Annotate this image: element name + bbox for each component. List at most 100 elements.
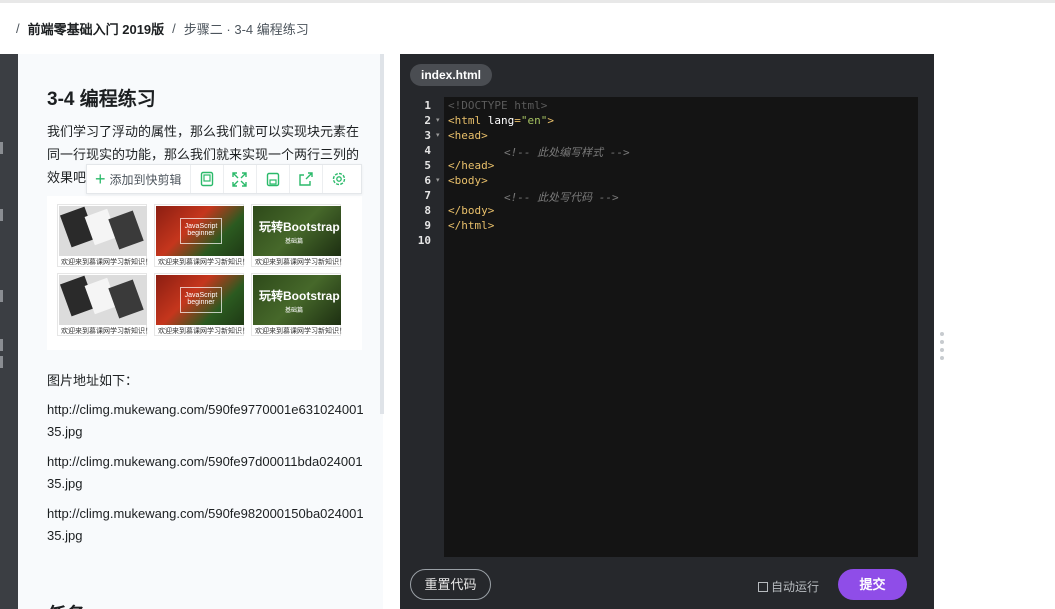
editor-scrollbar[interactable] [918,97,934,557]
preview-panel [934,54,1055,609]
rail-marker[interactable] [0,142,3,154]
code-area[interactable]: <!DOCTYPE html> <html lang="en"> <head> … [444,97,918,557]
line-number: 3 [424,129,431,142]
thumb-js-badge: JavaScript beginner [180,287,222,313]
desk-photo-icon [59,275,147,325]
settings-icon [332,172,346,186]
thumb-image: JavaScript beginner [156,275,244,325]
thumb-image [59,275,147,325]
save-icon [266,172,279,186]
line-number: 7 [424,189,431,202]
example-image: 欢迎来到慕课网学习新知识！ JavaScript beginner 欢迎来到慕课网… [47,196,362,350]
thumb-subtitle: 基础篇 [285,239,304,245]
thumb-caption: 欢迎来到慕课网学习新知识！ [255,328,346,335]
breadcrumb: / 前端零基础入门 2019版 / 步骤二 · 3-4 编程练习 [0,0,1055,54]
breadcrumb-step: 步骤二 · 3-4 编程练习 [183,22,309,37]
code-line: <head> [448,129,488,142]
thumb-caption: 欢迎来到慕课网学习新知识！ [158,259,249,266]
save-button[interactable] [257,165,290,193]
breadcrumb-separator: / [172,21,176,36]
rail-marker[interactable] [0,209,3,221]
breadcrumb-course-link[interactable]: 前端零基础入门 2019版 [28,19,165,38]
settings-button[interactable] [323,165,356,193]
code-line: <!-- 此处编写样式 --> [504,146,630,159]
rail-marker[interactable] [0,339,3,351]
fold-arrow-icon[interactable]: ▾ [436,131,440,139]
submit-button[interactable]: 提交 [838,569,907,600]
autorun-toggle[interactable]: 自动运行 [758,578,819,595]
resize-handle[interactable] [940,332,945,364]
line-number: 10 [417,234,431,247]
thumb-title: 玩转Bootstrap [259,220,340,234]
copy-icon [200,171,213,187]
breadcrumb-separator: / [16,21,20,36]
line-number: 1 [424,99,431,112]
fold-arrow-icon[interactable]: ▾ [436,116,440,124]
desk-photo-icon [59,206,147,256]
reset-code-button[interactable]: 重置代码 [410,569,491,600]
thumb-image: 玩转Bootstrap 基础篇 [253,206,341,256]
rail-marker[interactable] [0,290,3,302]
thumb-image [59,206,147,256]
code-line: </head> [448,159,495,172]
code-editor: index.html 1 2 ▾ 3 ▾ 4 5 6 ▾ 7 8 9 10 <!… [400,54,934,609]
lesson-scrollbar[interactable] [380,54,384,414]
image-url: http://climg.mukewang.com/590fe97d00011b… [47,454,363,491]
share-icon [299,171,313,186]
drag-dot-icon [940,356,944,360]
autorun-label: 自动运行 [771,580,820,594]
thumb-image: JavaScript beginner [156,206,244,256]
task-heading: 任务 [47,600,85,609]
thumb-caption: 欢迎来到慕课网学习新知识！ [158,328,249,335]
thumb-subtitle: 基础篇 [285,308,304,314]
thumb-title: 玩转Bootstrap [259,289,340,303]
lesson-scroll-gutter [383,54,400,609]
images-label: 图片地址如下： [47,373,139,388]
drag-dot-icon [940,332,944,336]
rail-marker[interactable] [0,356,3,368]
line-number: 9 [424,219,431,232]
thumb-card: JavaScript beginner 欢迎来到慕课网学习新知识！ [154,273,249,336]
thumb-caption: 欢迎来到慕课网学习新知识！ [61,259,152,266]
copy-button[interactable] [191,165,224,193]
editor-footer: 重置代码 自动运行 提交 [400,557,934,609]
code-line: </html> [448,219,495,232]
thumb-image: 玩转Bootstrap 基础篇 [253,275,341,325]
lesson-title: 3-4 编程练习 [47,89,156,110]
line-number: 2 [424,114,431,127]
thumb-caption: 欢迎来到慕课网学习新知识！ [255,259,346,266]
thumb-card: 玩转Bootstrap 基础篇 欢迎来到慕课网学习新知识！ [251,273,346,336]
code-line: </body> [448,204,495,217]
drag-dot-icon [940,340,944,344]
fold-arrow-icon[interactable]: ▾ [436,176,440,184]
line-number: 8 [424,204,431,217]
line-number: 4 [424,144,431,157]
lesson-panel: 3-4 编程练习 我们学习了浮动的属性，那么我们就可以实现块元素在同一行现实的功… [18,54,393,609]
autorun-checkbox[interactable] [758,581,768,592]
thumb-card: 欢迎来到慕课网学习新知识！ [57,273,152,336]
thumb-card: 玩转Bootstrap 基础篇 欢迎来到慕课网学习新知识！ [251,204,346,267]
thumb-card: JavaScript beginner 欢迎来到慕课网学习新知识！ [154,204,249,267]
line-number-gutter: 1 2 ▾ 3 ▾ 4 5 6 ▾ 7 8 9 10 [400,97,444,557]
code-line: <html lang="en"> [448,114,554,127]
image-url: http://climg.mukewang.com/590fe982000150… [47,506,364,543]
share-button[interactable] [290,165,323,193]
clip-toolbar: + 添加到快剪辑 [86,164,362,194]
line-number: 5 [424,159,431,172]
code-line: <body> [448,174,488,187]
code-line: <!DOCTYPE html> [448,99,548,112]
plus-icon: + [95,169,106,189]
thumb-caption: 欢迎来到慕课网学习新知识！ [61,328,152,335]
add-to-clip-label: 添加到快剪辑 [109,172,182,187]
tab-index-html[interactable]: index.html [410,64,493,86]
thumb-js-badge: JavaScript beginner [180,218,222,244]
fullscreen-button[interactable] [224,165,257,193]
image-url: http://climg.mukewang.com/590fe9770001e6… [47,402,364,439]
drag-dot-icon [940,348,944,352]
add-to-clip-button[interactable]: + 添加到快剪辑 [87,165,191,193]
code-line: <!-- 此处写代码 --> [504,191,619,204]
left-rail[interactable] [0,54,18,609]
fullscreen-icon [232,171,247,187]
line-number: 6 [424,174,431,187]
thumb-card: 欢迎来到慕课网学习新知识！ [57,204,152,267]
